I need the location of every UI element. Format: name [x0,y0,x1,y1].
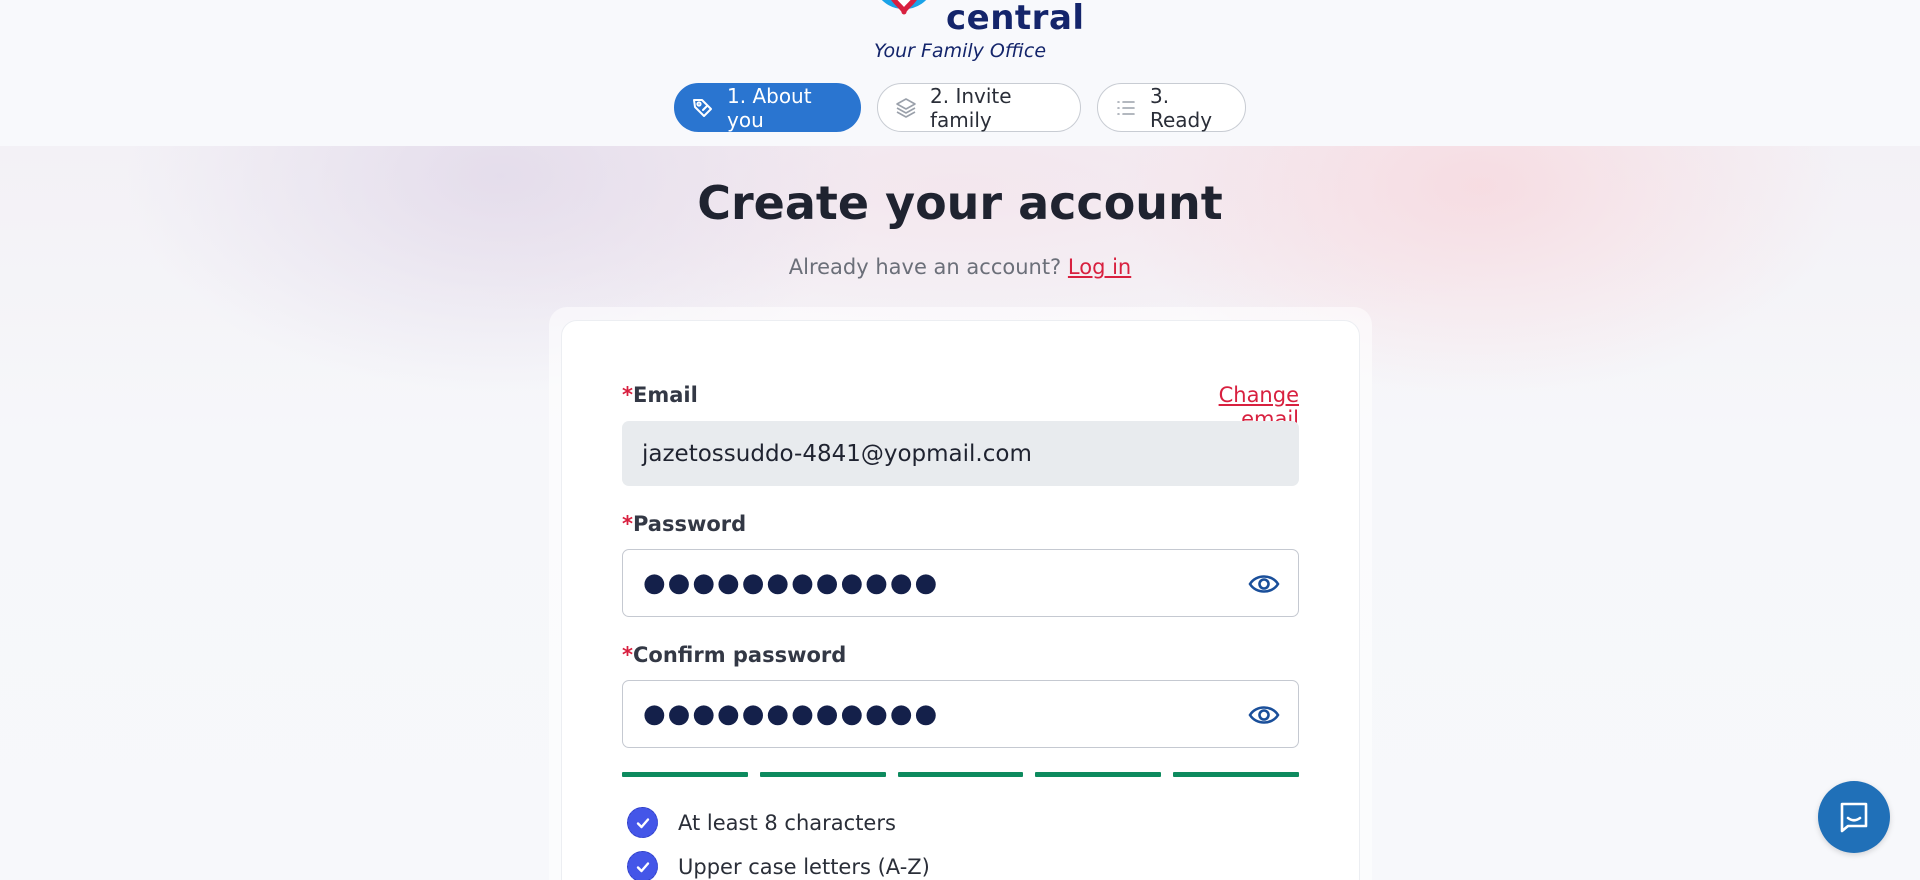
confirm-password-field[interactable]: ●●●●●●●●●●●● [622,680,1299,748]
step-invite-family[interactable]: 2. Invite family [877,83,1081,132]
eye-icon[interactable] [1248,701,1280,729]
eye-icon[interactable] [1248,570,1280,598]
password-label-text: Password [632,512,747,536]
step-label: 2. Invite family [930,83,1012,132]
strength-segment [759,772,886,777]
chat-icon [1840,802,1868,833]
layers-icon [894,95,918,121]
requirement-item: Upper case letters (A-Z) [627,851,930,880]
required-marker: * [622,643,633,667]
login-prompt-text: Already have an account? [788,255,1062,279]
brand-name: central [946,0,1085,38]
step-label: 3. Ready [1150,83,1213,132]
login-prompt: Already have an account? Log in [0,255,1920,279]
email-value: jazetossuddo-4841@yopmail.com [642,440,1032,467]
password-strength-meter [622,772,1299,777]
confirm-password-value: ●●●●●●●●●●●● [643,699,940,729]
required-marker: * [622,383,633,407]
stepper: 1. About you 2. Invite family 3. Ready [0,83,1920,132]
requirement-text: At least 8 characters [678,810,896,835]
check-icon [627,807,658,838]
list-icon [1114,95,1138,121]
required-marker: * [622,512,633,536]
email-field[interactable]: jazetossuddo-4841@yopmail.com [622,421,1299,486]
tag-pen-icon [691,95,715,121]
requirement-text: Upper case letters (A-Z) [678,854,930,879]
step-label: 1. About you [727,83,812,132]
strength-segment [897,772,1024,777]
requirement-item: At least 8 characters [627,807,896,838]
email-label: *Email [622,383,698,407]
page-title: Create your account [697,176,1223,230]
step-about-you[interactable]: 1. About you [674,83,861,132]
password-field[interactable]: ●●●●●●●●●●●● [622,549,1299,617]
password-label: *Password [622,512,746,536]
confirm-password-label: *Confirm password [622,643,846,667]
confirm-label-text: Confirm password [632,643,847,667]
check-icon [627,851,658,880]
chat-button[interactable] [1818,781,1890,853]
login-link[interactable]: Log in [1068,255,1131,279]
header: central Your Family Office 1. About you [0,0,1920,146]
password-value: ●●●●●●●●●●●● [643,568,940,598]
step-ready[interactable]: 3. Ready [1097,83,1246,132]
email-label-text: Email [632,383,698,407]
brand-tagline: Your Family Office [873,40,1047,62]
strength-segment [1035,772,1162,777]
strength-segment [1173,772,1299,777]
strength-segment [622,772,748,777]
heart-logo-icon [881,0,927,15]
